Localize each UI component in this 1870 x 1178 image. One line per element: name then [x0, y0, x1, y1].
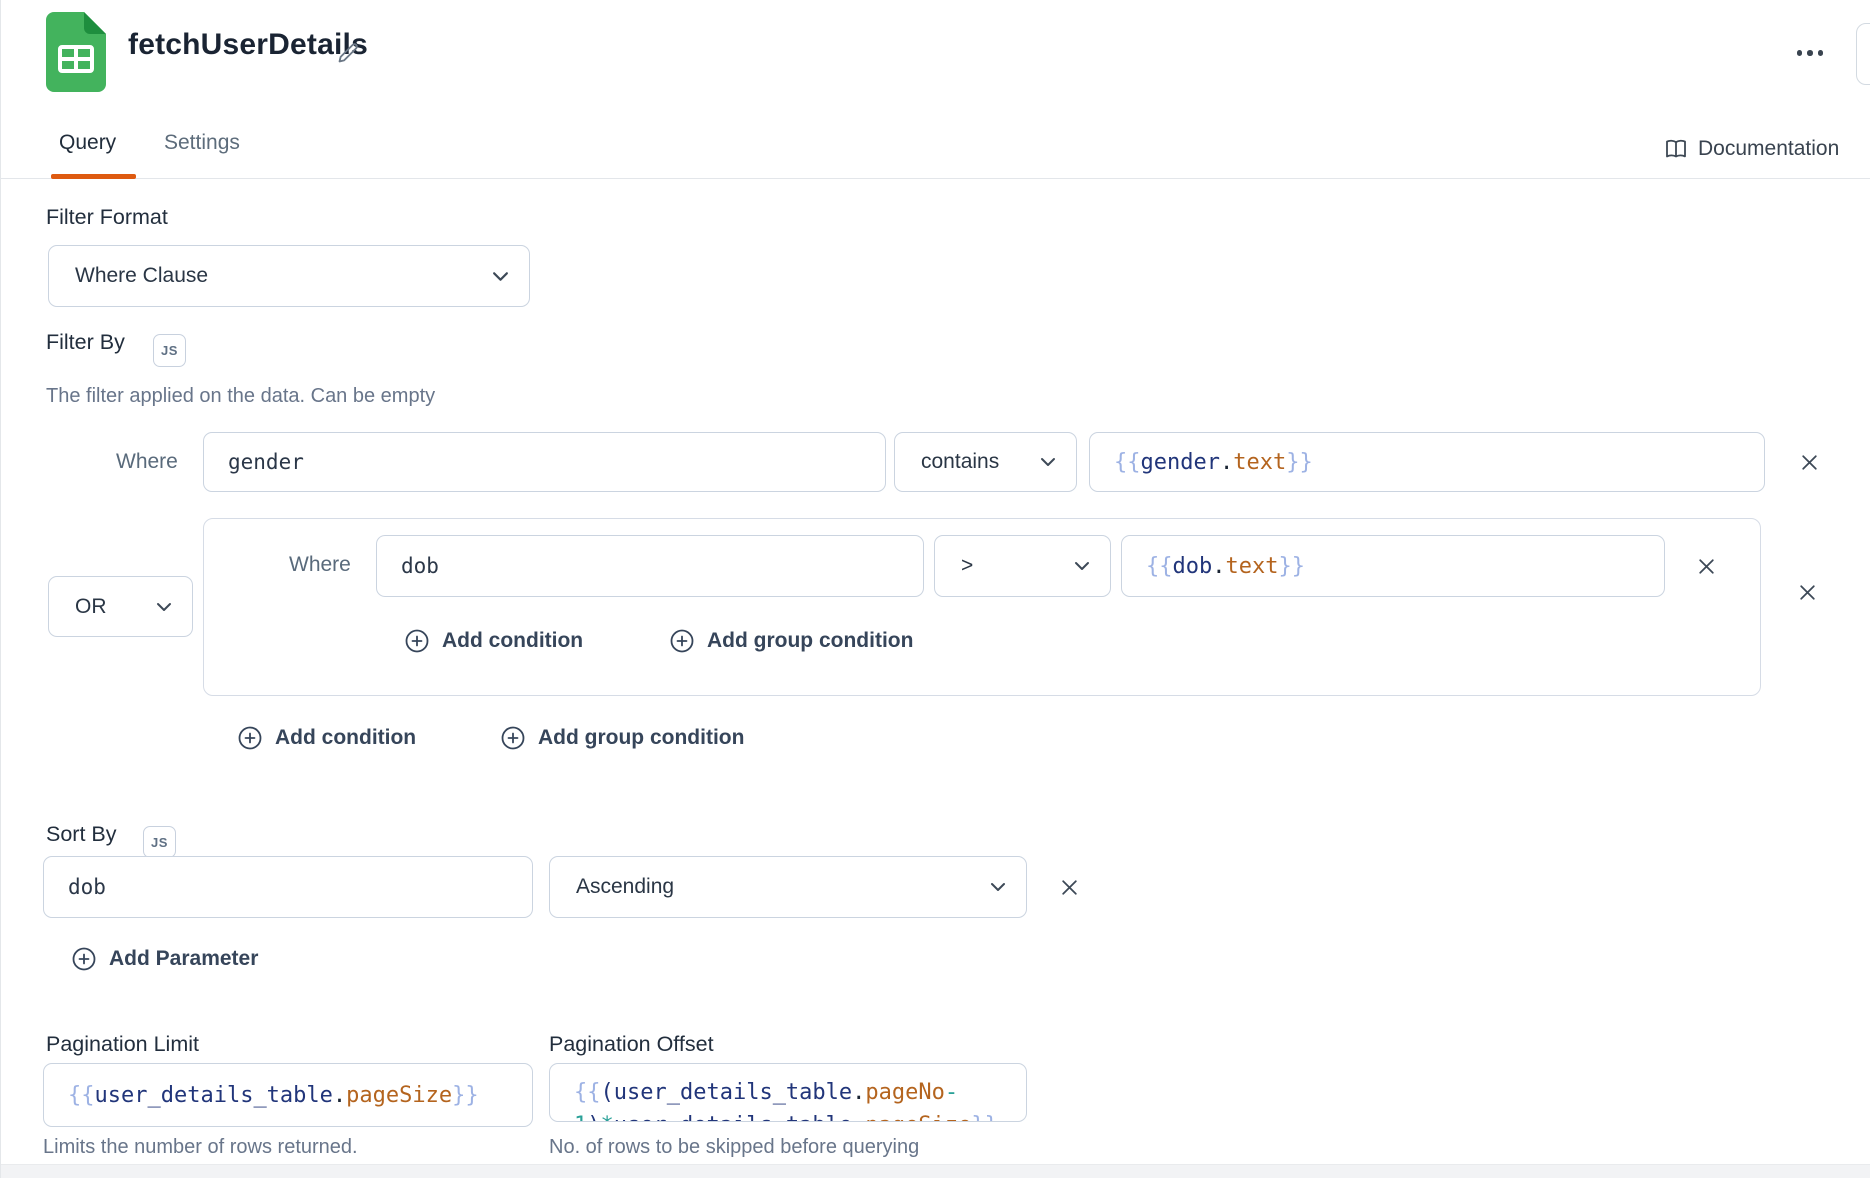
pagination-offset-label: Pagination Offset	[549, 1032, 714, 1057]
filter-by-label: Filter By	[46, 330, 125, 355]
pencil-icon	[335, 40, 361, 66]
documentation-label: Documentation	[1698, 137, 1839, 161]
pagination-offset-help: No. of rows to be skipped before queryin…	[549, 1136, 919, 1159]
group-condition-operator-value: >	[961, 554, 973, 578]
group-add-group-condition-button[interactable]: Add group condition	[669, 628, 913, 654]
group-add-condition-label: Add condition	[442, 629, 583, 653]
sort-column-input[interactable]: dob	[43, 856, 533, 918]
sort-remove-button[interactable]	[1052, 870, 1086, 904]
pagination-offset-input[interactable]: {{(user_details_table.pageNo- 1)*user_de…	[549, 1063, 1027, 1122]
tab-settings[interactable]: Settings	[164, 131, 240, 155]
tab-query[interactable]: Query	[59, 131, 116, 155]
condition1-value-input[interactable]: {{gender.text}}	[1089, 432, 1765, 492]
chevron-down-icon	[990, 882, 1006, 892]
group-condition-value-input[interactable]: {{dob.text}}	[1121, 535, 1665, 597]
filter-by-help: The filter applied on the data. Can be e…	[46, 385, 435, 408]
filter-format-value: Where Clause	[75, 264, 208, 288]
pagination-limit-label: Pagination Limit	[46, 1032, 199, 1057]
group-condition-column-input[interactable]: dob	[376, 535, 924, 597]
where-label: Where	[116, 450, 178, 474]
sort-column-value: dob	[68, 875, 106, 899]
condition1-operator-value: contains	[921, 450, 999, 474]
sort-by-js-toggle[interactable]: JS	[143, 826, 176, 858]
condition1-column-input[interactable]: gender	[203, 432, 886, 492]
add-parameter-button[interactable]: Add Parameter	[71, 946, 258, 972]
ellipsis-icon	[1797, 50, 1824, 56]
group-logic-select[interactable]: OR	[48, 576, 193, 637]
group-remove-button[interactable]	[1790, 575, 1824, 609]
google-sheets-icon	[44, 12, 108, 92]
pagination-limit-help: Limits the number of rows returned.	[43, 1136, 358, 1159]
active-tab-underline	[51, 174, 136, 179]
book-icon	[1664, 136, 1688, 162]
bottom-scroll-strip	[1, 1164, 1870, 1178]
group-condition-value-code: {{dob.text}}	[1146, 550, 1305, 583]
add-condition-button[interactable]: Add condition	[237, 725, 416, 751]
close-icon	[1799, 452, 1820, 473]
query-editor-page: fetchUserDetails Query Settings Document…	[0, 0, 1870, 1178]
group-condition-remove-button[interactable]	[1689, 549, 1723, 583]
condition1-operator-select[interactable]: contains	[894, 432, 1077, 492]
sort-by-label: Sort By	[46, 822, 117, 847]
filter-by-js-toggle[interactable]: JS	[153, 334, 186, 367]
chevron-down-icon	[1074, 561, 1090, 571]
circle-plus-icon	[500, 725, 526, 751]
group-logic-value: OR	[75, 595, 107, 619]
chevron-down-icon	[156, 602, 172, 612]
condition1-value-code: {{gender.text}}	[1114, 446, 1313, 479]
close-icon	[1797, 582, 1818, 603]
close-icon	[1696, 556, 1717, 577]
group-add-group-condition-label: Add group condition	[707, 629, 913, 653]
add-parameter-label: Add Parameter	[109, 947, 258, 971]
filter-format-label: Filter Format	[46, 205, 168, 230]
circle-plus-icon	[237, 725, 263, 751]
add-group-condition-button[interactable]: Add group condition	[500, 725, 744, 751]
group-where-label: Where	[289, 553, 351, 577]
documentation-link[interactable]: Documentation	[1664, 136, 1839, 162]
circle-plus-icon	[71, 946, 97, 972]
run-button-cutoff[interactable]	[1856, 23, 1870, 85]
pagination-offset-code-line1: {{(user_details_table.pageNo-	[574, 1076, 1026, 1109]
condition1-remove-button[interactable]	[1792, 445, 1826, 479]
circle-plus-icon	[669, 628, 695, 654]
pagination-offset-code-line2: 1)*user_details_table.pageSize}}	[574, 1109, 1026, 1122]
sort-order-select[interactable]: Ascending	[549, 856, 1027, 918]
chevron-down-icon	[492, 271, 509, 282]
add-group-condition-label: Add group condition	[538, 726, 744, 750]
pagination-limit-code: {{user_details_table.pageSize}}	[68, 1079, 479, 1112]
group-condition-column-value: dob	[401, 554, 439, 578]
circle-plus-icon	[404, 628, 430, 654]
group-add-condition-button[interactable]: Add condition	[404, 628, 583, 654]
sort-order-value: Ascending	[576, 875, 674, 899]
chevron-down-icon	[1040, 457, 1056, 467]
close-icon	[1059, 877, 1080, 898]
pagination-limit-input[interactable]: {{user_details_table.pageSize}}	[43, 1063, 533, 1127]
condition1-column-value: gender	[228, 450, 304, 474]
rename-pencil-button[interactable]	[329, 34, 367, 72]
add-condition-label: Add condition	[275, 726, 416, 750]
tabs-divider	[1, 178, 1870, 179]
more-menu-button[interactable]	[1783, 34, 1837, 72]
filter-format-select[interactable]: Where Clause	[48, 245, 530, 307]
group-condition-operator-select[interactable]: >	[934, 535, 1111, 597]
